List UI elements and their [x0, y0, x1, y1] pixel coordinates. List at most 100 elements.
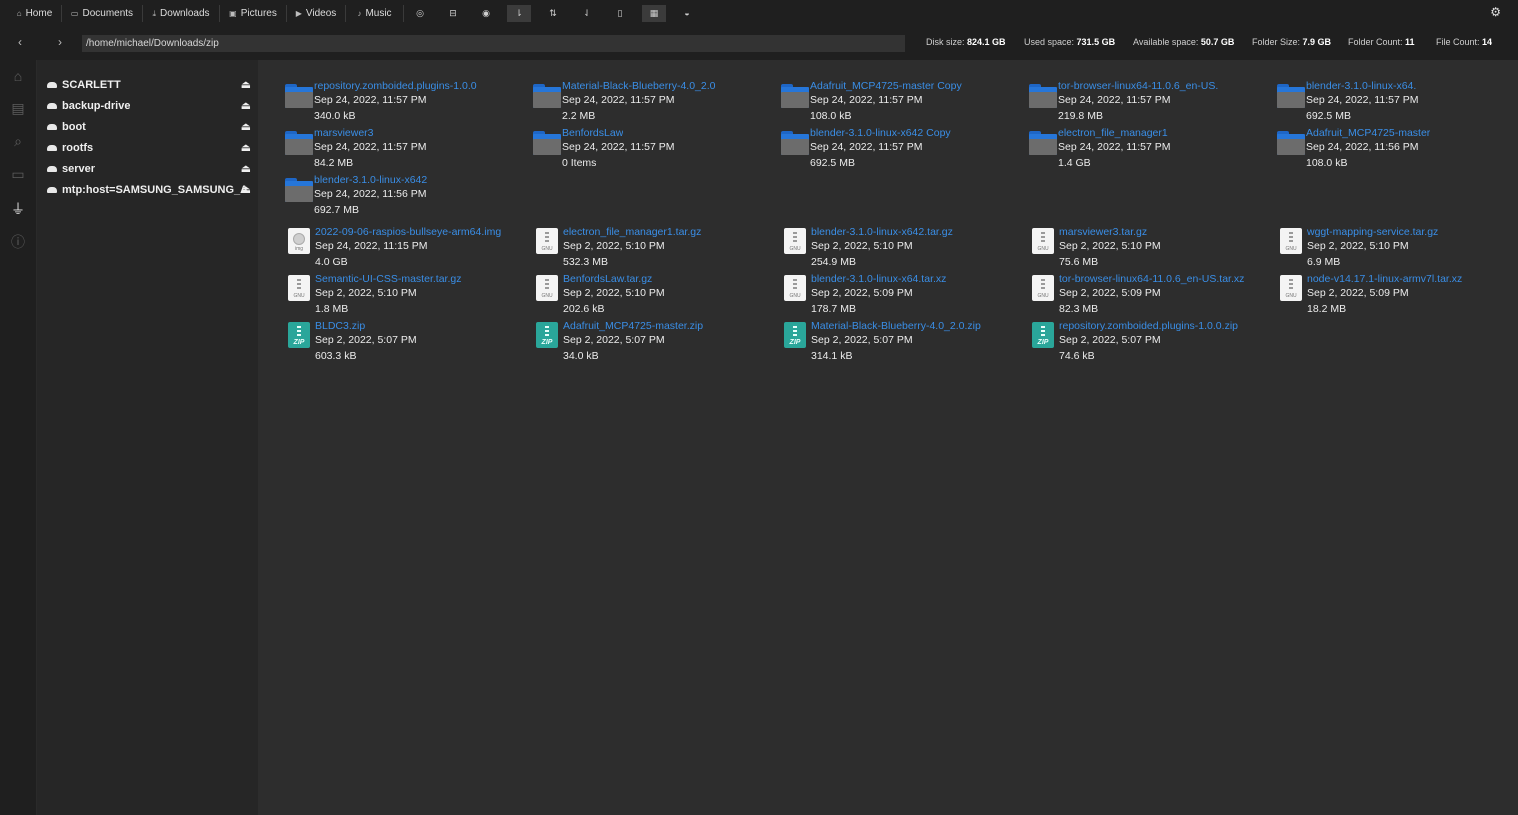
archive-icon: GNU — [1280, 275, 1302, 301]
eject-icon[interactable]: ⏏ — [241, 160, 251, 178]
folder-icon — [1277, 84, 1305, 108]
folder-item[interactable]: marsviewer3 Sep 24, 2022, 11:57 PM 84.2 MB — [285, 127, 525, 173]
item-date: Sep 2, 2022, 5:07 PM — [315, 334, 417, 346]
folder-item[interactable]: blender-3.1.0-linux-x642 Copy Sep 24, 202… — [781, 127, 1021, 173]
toolbar-videos-button[interactable]: ▶ Videos — [287, 5, 346, 22]
file-item[interactable]: GNU blender-3.1.0-linux-x642.tar.gz Sep 2,… — [782, 226, 1022, 272]
disk-icon[interactable]: ◎ — [408, 5, 432, 22]
file-item[interactable]: GNU tor-browser-linux64-11.0.6_en-US.tar.… — [1030, 273, 1270, 319]
sidebar-drive-boot[interactable]: boot ⏏ — [47, 118, 255, 136]
folder-item[interactable]: Material-Black-Blueberry-4.0_2.0 Sep 24, … — [533, 80, 773, 126]
disk-size-label: Disk size: — [926, 37, 965, 47]
item-name: wggt-mapping-service.tar.gz — [1307, 226, 1439, 238]
item-name: marsviewer3 — [314, 127, 374, 139]
path-input[interactable] — [82, 35, 905, 52]
toolbar-pictures-button[interactable]: ▣ Pictures — [220, 5, 287, 22]
item-name: node-v14.17.1-linux-armv7l.tar.xz — [1307, 273, 1463, 285]
file-item[interactable]: GNU blender-3.1.0-linux-x64.tar.xz Sep 2, … — [782, 273, 1022, 319]
new-file-icon[interactable]: ▯ — [608, 5, 632, 22]
gear-icon[interactable]: ⚙ — [1490, 5, 1501, 19]
toolbar-videos-label: Videos — [305, 8, 337, 19]
item-name: 2022-09-06-raspios-bullseye-arm64.img — [315, 226, 502, 238]
item-date: Sep 2, 2022, 5:07 PM — [563, 334, 665, 346]
folder-item[interactable]: electron_file_manager1 Sep 24, 2022, 11:5… — [1029, 127, 1269, 173]
toolbar-documents-button[interactable]: ▭ Documents — [62, 5, 143, 22]
archive-icon: GNU — [784, 275, 806, 301]
item-date: Sep 2, 2022, 5:10 PM — [315, 287, 417, 299]
folder-item[interactable]: tor-browser-linux64-11.0.6_en-US. Sep 24,… — [1029, 80, 1269, 126]
zip-icon: ZIP — [536, 322, 558, 348]
search-icon[interactable]: ⌕ — [8, 133, 28, 150]
folder-item[interactable]: Adafruit_MCP4725-master Sep 24, 2022, 11:… — [1277, 127, 1517, 173]
sort-desc-icon[interactable]: ⇂ — [507, 5, 531, 22]
file-item[interactable]: GNU wggt-mapping-service.tar.gz Sep 2, 202… — [1278, 226, 1518, 272]
grid-view-icon[interactable]: ▦ — [642, 5, 666, 22]
item-date: Sep 2, 2022, 5:10 PM — [811, 240, 913, 252]
eye-icon[interactable]: ◉ — [474, 5, 498, 22]
toolbar-home-button[interactable]: ⌂ Home — [8, 5, 62, 22]
file-item[interactable]: GNU Semantic-UI-CSS-master.tar.gz Sep 2, 2… — [286, 273, 526, 319]
hard-drive-icon — [47, 103, 57, 110]
sidebar-drive-mtp[interactable]: mtp:host=SAMSUNG_SAMSUNG_Android⏏ — [47, 181, 255, 199]
folder-item[interactable]: blender-3.1.0-linux-x64. Sep 24, 2022, 11… — [1277, 80, 1517, 126]
item-name: BenfordsLaw — [562, 127, 624, 139]
folder-icon: ▭ — [70, 9, 79, 18]
eject-icon[interactable]: ⏏ — [241, 181, 251, 199]
eject-icon[interactable]: ⏏ — [241, 97, 251, 115]
file-item[interactable]: ZIP Material-Black-Blueberry-4.0_2.0.zip S… — [782, 320, 1022, 366]
chevron-right-icon[interactable]: › — [58, 35, 62, 49]
folder-item[interactable]: Adafruit_MCP4725-master Copy Sep 24, 2022… — [781, 80, 1021, 126]
file-item[interactable]: ZIP repository.zomboided.plugins-1.0.0.zi… — [1030, 320, 1270, 366]
sidebar-drive-backup[interactable]: backup-drive ⏏ — [47, 97, 255, 115]
file-type-label: GNU — [1037, 293, 1049, 299]
archive-icon: GNU — [1032, 228, 1054, 254]
drive-icon[interactable]: ⊟ — [441, 5, 465, 22]
toolbar-downloads-label: Downloads — [160, 8, 210, 19]
archive-icon: GNU — [784, 228, 806, 254]
file-item[interactable]: GNU BenfordsLaw.tar.gz Sep 2, 2022, 5:10 P… — [534, 273, 774, 319]
address-bar: ‹ › Disk size: 824.1 GB Used space: 731.… — [0, 27, 1518, 60]
item-name: tor-browser-linux64-11.0.6_en-US.tar.xz — [1059, 273, 1245, 285]
info-icon[interactable]: ⓘ — [8, 232, 28, 252]
toolbar-music-button[interactable]: ♪ Music — [346, 5, 404, 22]
file-item[interactable]: GNU node-v14.17.1-linux-armv7l.tar.xz Sep … — [1278, 273, 1518, 319]
drive-label: SCARLETT — [62, 79, 121, 92]
drive-label: mtp:host=SAMSUNG_SAMSUNG_Android — [62, 184, 248, 197]
sidebar-drive-rootfs[interactable]: rootfs ⏏ — [47, 139, 255, 157]
item-date: Sep 2, 2022, 5:09 PM — [811, 287, 913, 299]
eject-icon[interactable]: ⏏ — [241, 76, 251, 94]
folder-item[interactable]: blender-3.1.0-linux-x642 Sep 24, 2022, 11… — [285, 174, 525, 220]
sort-toggle-icon[interactable]: ⇅ — [541, 5, 565, 22]
chevron-left-icon[interactable]: ‹ — [18, 35, 22, 49]
eject-icon[interactable]: ⏏ — [241, 118, 251, 136]
toolbar-home-label: Home — [25, 8, 53, 19]
folder-icon — [781, 131, 809, 155]
clipboard-icon[interactable]: ▤ — [8, 100, 28, 117]
eject-icon[interactable]: ⏏ — [241, 139, 251, 157]
folder-icon — [285, 178, 313, 202]
item-name: blender-3.1.0-linux-x64. — [1306, 80, 1417, 92]
item-date: Sep 2, 2022, 5:10 PM — [563, 240, 665, 252]
file-type-label: GNU — [541, 293, 553, 299]
file-item[interactable]: ZIP Adafruit_MCP4725-master.zip Sep 2, 202… — [534, 320, 774, 366]
folder-item[interactable]: BenfordsLaw Sep 24, 2022, 11:57 PM 0 Items — [533, 127, 773, 173]
sidebar-drive-server[interactable]: server ⏏ — [47, 160, 255, 178]
file-item[interactable]: GNU electron_file_manager1.tar.gz Sep 2, 2… — [534, 226, 774, 272]
item-date: Sep 24, 2022, 11:57 PM — [314, 141, 427, 153]
home-icon[interactable]: ⌂ — [8, 68, 28, 84]
folder-size-stat: Folder Size: 7.9 GB — [1252, 37, 1331, 47]
zip-icon: ZIP — [1032, 322, 1054, 348]
file-item[interactable]: ZIP BLDC3.zip Sep 2, 2022, 5:07 PM 603.3 kB — [286, 320, 526, 366]
folder-item[interactable]: repository.zomboided.plugins-1.0.0 Sep 24… — [285, 80, 525, 126]
drive-icon[interactable]: ▭ — [8, 166, 28, 183]
usb-icon[interactable]: ⏚ — [8, 199, 28, 219]
hard-drive-icon[interactable]: ◒ — [675, 5, 699, 22]
sort-asc-icon[interactable]: ⇃ — [575, 5, 599, 22]
file-item[interactable]: GNU marsviewer3.tar.gz Sep 2, 2022, 5:10 P… — [1030, 226, 1270, 272]
item-date: Sep 24, 2022, 11:57 PM — [1306, 94, 1419, 106]
sidebar-drive-scarlett[interactable]: SCARLETT ⏏ — [47, 76, 255, 94]
file-item[interactable]: img 2022-09-06-raspios-bullseye-arm64.img… — [286, 226, 526, 272]
toolbar-downloads-button[interactable]: ⤓ Downloads — [143, 5, 220, 22]
item-size: 254.9 MB — [811, 256, 856, 268]
item-size: 314.1 kB — [811, 350, 853, 362]
